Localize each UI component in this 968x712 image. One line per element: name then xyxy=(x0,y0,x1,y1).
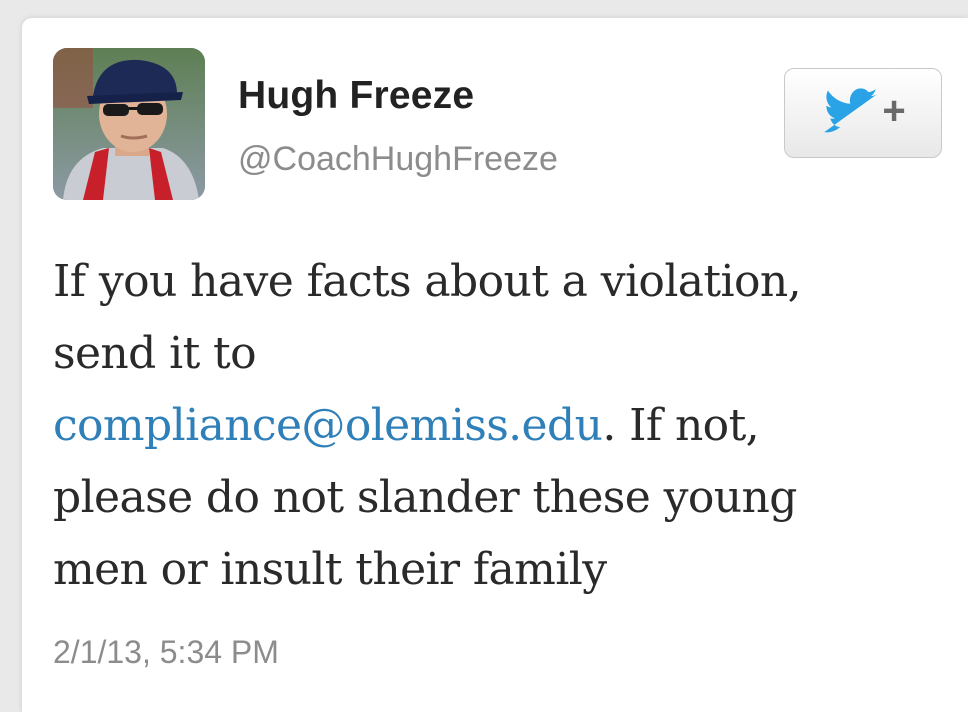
tweet-line-3-rest: . If not, xyxy=(602,400,760,451)
follow-plus-label: + xyxy=(882,88,906,133)
tweet-line-5: men or insult their family xyxy=(53,544,607,595)
tweet-card: Hugh Freeze @CoachHughFreeze + If you ha… xyxy=(22,18,968,712)
user-display-name[interactable]: Hugh Freeze xyxy=(238,74,474,118)
tweet-line-4: please do not slander these young xyxy=(53,472,797,523)
avatar-photo xyxy=(53,48,205,200)
follow-button[interactable]: + xyxy=(784,68,942,158)
avatar[interactable] xyxy=(53,48,205,200)
tweet-line-2: send it to xyxy=(53,328,257,379)
tweet-body: If you have facts about a violation, sen… xyxy=(53,246,943,606)
tweet-line-3: compliance@olemiss.edu. If not, xyxy=(53,390,943,462)
twitter-bird-icon xyxy=(820,87,878,140)
email-link[interactable]: compliance@olemiss.edu xyxy=(53,400,603,451)
tweet-line-1: If you have facts about a violation, xyxy=(53,256,802,307)
user-handle[interactable]: @CoachHughFreeze xyxy=(238,140,558,179)
tweet-timestamp[interactable]: 2/1/13, 5:34 PM xyxy=(53,634,279,671)
